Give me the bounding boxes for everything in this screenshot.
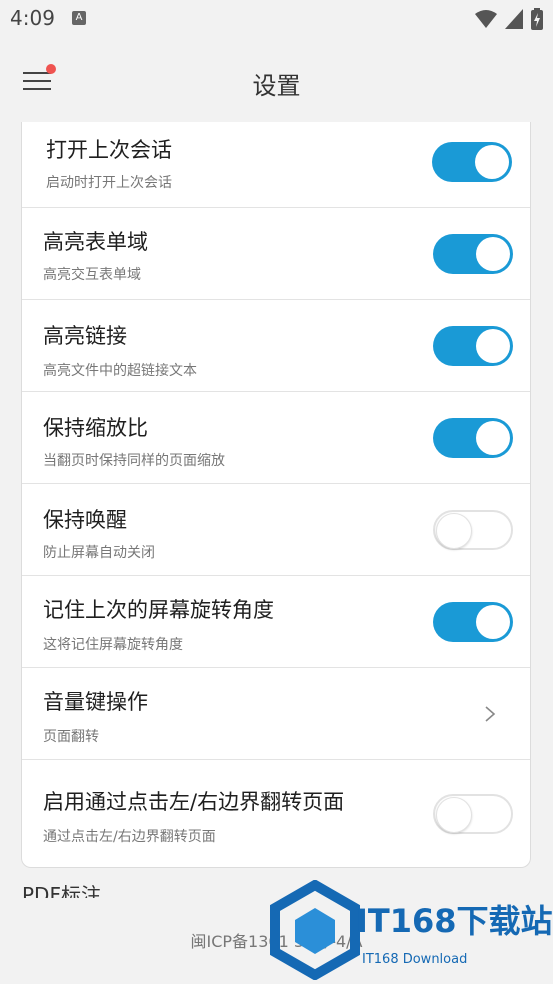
setting-subtitle: 启动时打开上次会话 bbox=[46, 175, 172, 191]
watermark-subtitle: IT168 Download bbox=[362, 952, 468, 967]
setting-row-remember-rotation[interactable]: 记住上次的屏幕旋转角度 这将记住屏幕旋转角度 bbox=[22, 576, 530, 668]
setting-title: 保持缩放比 bbox=[43, 416, 148, 440]
setting-row-keep-awake[interactable]: 保持唤醒 防止屏幕自动关闭 bbox=[22, 484, 530, 576]
setting-row-highlight-links[interactable]: 高亮链接 高亮文件中的超链接文本 bbox=[22, 300, 530, 392]
setting-title: 启用通过点击左/右边界翻转页面 bbox=[43, 790, 345, 814]
setting-subtitle: 防止屏幕自动关闭 bbox=[43, 545, 155, 561]
watermark-logo: IT168下载站 IT168 Download bbox=[270, 880, 553, 980]
signal-icon bbox=[505, 9, 523, 29]
setting-title: 记住上次的屏幕旋转角度 bbox=[43, 598, 274, 622]
setting-title: 高亮链接 bbox=[43, 324, 127, 348]
setting-subtitle: 当翻页时保持同样的页面缩放 bbox=[43, 453, 225, 469]
next-section-header: PDF标注 bbox=[22, 884, 101, 898]
chevron-right-icon bbox=[485, 706, 496, 722]
setting-subtitle: 这将记住屏幕旋转角度 bbox=[43, 637, 183, 653]
app-bar: 设置 bbox=[0, 38, 553, 122]
toggle-knob bbox=[436, 797, 472, 833]
setting-row-tap-edge-flip[interactable]: 启用通过点击左/右边界翻转页面 通过点击左/右边界翻转页面 bbox=[22, 760, 530, 867]
setting-subtitle: 通过点击左/右边界翻转页面 bbox=[43, 829, 216, 845]
status-time: 4:09 bbox=[10, 6, 55, 30]
status-icons bbox=[475, 8, 543, 30]
toggle-keep-awake[interactable] bbox=[433, 510, 513, 550]
toggle-knob bbox=[476, 329, 510, 363]
battery-icon bbox=[531, 8, 543, 30]
setting-subtitle: 高亮文件中的超链接文本 bbox=[43, 363, 197, 379]
setting-subtitle: 高亮交互表单域 bbox=[43, 267, 141, 283]
notification-app-icon: A bbox=[72, 11, 86, 25]
setting-title: 保持唤醒 bbox=[43, 508, 127, 532]
cube-logo-icon bbox=[270, 880, 360, 980]
page-title: 设置 bbox=[252, 72, 301, 100]
toggle-tap-edge-flip[interactable] bbox=[433, 794, 513, 834]
setting-title: 高亮表单域 bbox=[43, 230, 148, 254]
toggle-knob bbox=[476, 237, 510, 271]
toggle-highlight-form-fields[interactable] bbox=[433, 234, 513, 274]
setting-row-open-last-session[interactable]: 打开上次会话 启动时打开上次会话 bbox=[22, 122, 530, 208]
status-bar: 4:09 A bbox=[0, 0, 553, 38]
toggle-knob bbox=[476, 421, 510, 455]
settings-card: 打开上次会话 启动时打开上次会话 高亮表单域 高亮交互表单域 高亮链接 高亮文件… bbox=[21, 122, 531, 868]
setting-subtitle: 页面翻转 bbox=[43, 729, 99, 745]
toggle-open-last-session[interactable] bbox=[432, 142, 512, 182]
toggle-remember-rotation[interactable] bbox=[433, 602, 513, 642]
setting-title: 音量键操作 bbox=[43, 690, 148, 714]
watermark-brand: IT168下载站 bbox=[356, 902, 553, 940]
setting-row-highlight-form-fields[interactable]: 高亮表单域 高亮交互表单域 bbox=[22, 208, 530, 300]
toggle-knob bbox=[436, 513, 472, 549]
toggle-highlight-links[interactable] bbox=[433, 326, 513, 366]
wifi-icon bbox=[475, 10, 497, 28]
setting-row-keep-zoom[interactable]: 保持缩放比 当翻页时保持同样的页面缩放 bbox=[22, 392, 530, 484]
toggle-keep-zoom[interactable] bbox=[433, 418, 513, 458]
toggle-knob bbox=[476, 605, 510, 639]
setting-title: 打开上次会话 bbox=[46, 138, 172, 162]
toggle-knob bbox=[475, 145, 509, 179]
setting-row-volume-key-action[interactable]: 音量键操作 页面翻转 bbox=[22, 668, 530, 760]
